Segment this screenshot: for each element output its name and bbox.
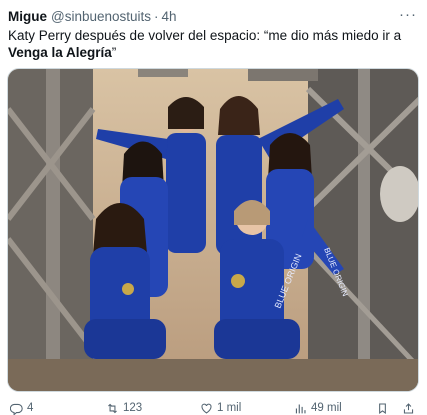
heart-icon — [201, 403, 212, 414]
author-name[interactable]: Migue — [8, 9, 47, 24]
views-chart-icon — [295, 403, 306, 413]
repost-button[interactable]: 123 — [106, 402, 142, 415]
bookmark-icon — [379, 403, 386, 414]
reply-count: 4 — [27, 402, 34, 414]
separator-dot: · — [154, 8, 159, 24]
like-button[interactable]: 1 mil — [200, 402, 241, 415]
tweet: Migue @sinbuenostuits · 4h ··· Katy Perr… — [0, 0, 427, 415]
tweet-text-bold: Venga la Alegría — [8, 45, 112, 60]
tweet-actions: 4 123 1 mil 49 mil — [8, 400, 418, 415]
share-button[interactable] — [402, 402, 415, 415]
tweet-text-suffix: ” — [111, 45, 117, 60]
reply-button[interactable]: 4 — [10, 402, 33, 415]
share-icon — [403, 402, 414, 413]
repost-icon — [108, 403, 117, 413]
tweet-header: Migue @sinbuenostuits · 4h — [8, 6, 419, 26]
bookmark-button[interactable] — [376, 402, 389, 415]
tweet-text-prefix: Katy Perry después de volver del espacio… — [8, 28, 402, 43]
tweet-text: Katy Perry después de volver del espacio… — [8, 27, 418, 61]
repost-count: 123 — [123, 402, 143, 414]
author-handle[interactable]: @sinbuenostuits — [51, 9, 151, 24]
tweet-media-photo[interactable]: BLUE ORIGIN BLUE ORIGIN — [7, 68, 419, 392]
photo-illustration: BLUE ORIGIN BLUE ORIGIN — [8, 69, 418, 391]
timestamp[interactable]: 4h — [162, 9, 177, 24]
views-count: 49 mil — [311, 402, 342, 414]
more-options-icon[interactable]: ··· — [399, 6, 417, 23]
reply-icon — [10, 403, 23, 415]
views-button[interactable]: 49 mil — [294, 402, 342, 415]
like-count: 1 mil — [217, 402, 242, 414]
